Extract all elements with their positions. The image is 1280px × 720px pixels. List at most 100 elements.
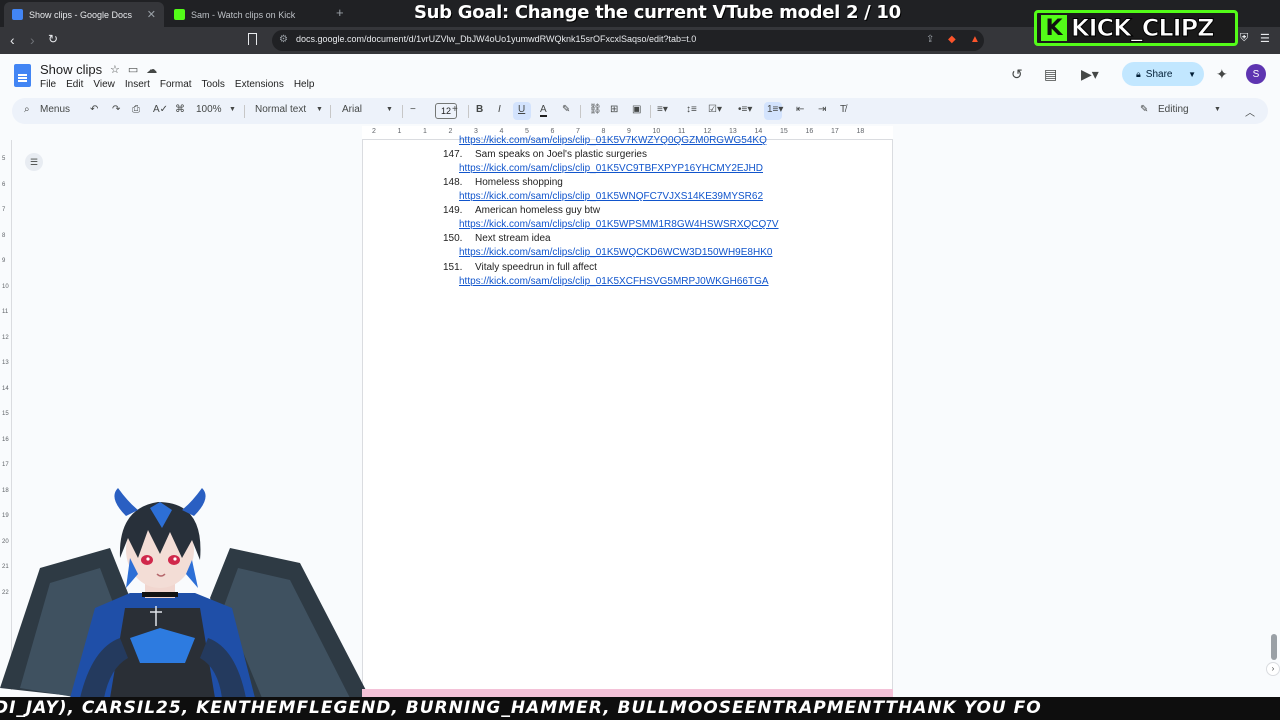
clip-link[interactable]: https://kick.com/sam/clips/clip_01K5WPSM… [459,219,779,230]
chevron-down-icon[interactable]: ▼ [386,106,393,113]
meet-icon[interactable]: ▶▾ [1081,66,1099,83]
tab-kick[interactable]: Sam - Watch clips on Kick [166,2,326,27]
chevron-down-icon[interactable]: ▼ [1214,106,1221,113]
move-folder-icon[interactable]: ▭ [128,63,138,76]
ruler-number: 3 [474,128,478,135]
divider [650,105,651,118]
document-outline-icon[interactable]: ☰ [25,153,43,171]
ruler-number: 1 [397,128,402,135]
share-button[interactable]: 🔒︎ Share ▼ [1122,62,1204,86]
docs-logo-icon[interactable] [14,64,31,87]
spellcheck-icon[interactable]: A✓ [153,104,168,115]
underline-icon[interactable]: U [518,104,525,115]
comments-icon[interactable]: ▤ [1044,66,1057,83]
clip-link[interactable]: https://kick.com/sam/clips/clip_01K5WNQF… [459,191,763,202]
italic-icon[interactable]: I [498,104,501,115]
chevron-down-icon[interactable]: ▼ [229,106,236,113]
forward-icon[interactable]: › [30,32,35,48]
clip-link[interactable]: https://kick.com/sam/clips/clip_01K5XCFH… [459,276,769,287]
menu-edit[interactable]: Edit [66,79,83,90]
star-icon[interactable]: ☆ [110,63,120,76]
search-menus-icon[interactable]: ⌕ [24,104,30,115]
clip-link[interactable]: https://kick.com/sam/clips/clip_01K5VC9T… [459,163,763,174]
vpn-icon[interactable]: ⛨ [1240,32,1248,45]
zoom-select[interactable]: 100% [196,104,222,115]
tab-google-docs[interactable]: Show clips - Google Docs ✕ [4,2,164,27]
bold-icon[interactable]: B [476,104,483,115]
menu-view[interactable]: View [93,79,115,90]
highlight-icon[interactable]: ✎ [562,104,570,115]
back-icon[interactable]: ‹ [10,32,15,48]
checklist-icon[interactable]: ☑▾ [708,104,722,115]
site-info-icon[interactable]: ⚙ [279,34,288,45]
version-history-icon[interactable]: ↺ [1011,66,1023,83]
ruler-number: 2 [448,128,453,135]
divider [330,105,331,118]
menu-format[interactable]: Format [160,79,192,90]
avatar[interactable]: S [1246,64,1266,84]
bulleted-list-icon[interactable]: •≡▾ [738,104,752,115]
list-item-number: 149. [443,205,463,216]
menu-insert[interactable]: Insert [125,79,150,90]
ruler-number: 10 [652,128,661,135]
lock-icon: 🔒︎ [1136,68,1141,79]
text-color-icon[interactable]: A [540,104,547,117]
menu-extensions[interactable]: Extensions [235,79,284,90]
style-select[interactable]: Normal text [255,104,306,115]
brave-rewards-icon[interactable]: ▲ [970,34,980,45]
increase-font-size-icon[interactable]: + [452,104,458,115]
close-tab-icon[interactable]: ✕ [147,8,156,21]
ruler-number: 12 [2,334,9,341]
line-spacing-icon[interactable]: ↕≡ [686,104,697,115]
numbered-list-icon[interactable]: 1≡▾ [767,104,783,115]
google-docs-icon [12,9,23,20]
clear-formatting-icon[interactable]: T̸ [840,104,846,115]
undo-icon[interactable]: ↶ [90,104,98,115]
image-icon[interactable]: ▣ [632,104,641,115]
share-dropdown-icon[interactable]: ▼ [1188,70,1196,79]
clip-link[interactable]: https://kick.com/sam/clips/clip_01K5WQCK… [459,247,772,258]
editing-mode-select[interactable]: Editing [1158,104,1189,115]
ticker-text: DI_JAY), CARSIL25, KENTHEMFLEGEND, BURNI… [0,698,1042,718]
divider [244,105,245,118]
share-label: Share [1145,68,1173,80]
increase-indent-icon[interactable]: ⇥ [818,104,826,115]
reload-icon[interactable]: ↻ [48,32,58,46]
brave-shield-icon[interactable]: ◆ [948,34,956,45]
redo-icon[interactable]: ↷ [112,104,120,115]
divider [580,105,581,118]
font-select[interactable]: Arial [342,104,362,115]
decrease-indent-icon[interactable]: ⇤ [796,104,804,115]
side-panel-toggle-icon[interactable]: › [1266,662,1280,676]
chevron-down-icon[interactable]: ▼ [316,106,323,113]
clip-link-partial[interactable]: https://kick.com/sam/clips/clip_01K5V7KW… [459,135,767,146]
url-bar[interactable]: ⚙ docs.google.com/document/d/1vrUZVlw_Db… [272,30,984,51]
comment-icon[interactable]: ⊞ [610,104,618,115]
browser-menu-icon[interactable]: ☰ [1260,32,1270,45]
collapse-menu-icon[interactable]: ︿ [1245,104,1255,119]
scrollbar-thumb[interactable] [1271,634,1277,660]
list-item-title: Vitaly speedrun in full affect [475,262,597,273]
menu-file[interactable]: File [40,79,56,90]
bookmark-icon[interactable] [248,33,257,45]
new-tab-icon[interactable]: + [336,5,344,20]
print-icon[interactable]: ⎙ [132,104,140,115]
ruler-number: 5 [525,128,529,135]
search-menus-label[interactable]: Menus [40,104,70,115]
ruler-number: 13 [2,360,9,366]
ruler-number: 5 [2,156,6,162]
share-page-icon[interactable]: ⇪ [926,34,934,45]
cloud-status-icon[interactable]: ☁ [146,63,157,76]
link-icon[interactable]: ⛓ [589,104,602,115]
kick-clipz-badge: K KICK_CLIPZ [1034,10,1238,46]
align-icon[interactable]: ≡▾ [657,104,668,115]
gemini-icon[interactable]: ✦ [1216,66,1228,83]
decrease-font-size-icon[interactable]: − [410,104,416,115]
document-page[interactable]: https://kick.com/sam/clips/clip_01K5V7KW… [362,135,893,695]
paint-format-icon[interactable]: ⌘ [175,104,185,115]
document-title[interactable]: Show clips [40,62,102,77]
menu-tools[interactable]: Tools [202,79,225,90]
menu-help[interactable]: Help [294,79,315,90]
list-item-title: Sam speaks on Joel's plastic surgeries [475,149,647,160]
url-text: docs.google.com/document/d/1vrUZVlw_DbJW… [296,34,697,44]
